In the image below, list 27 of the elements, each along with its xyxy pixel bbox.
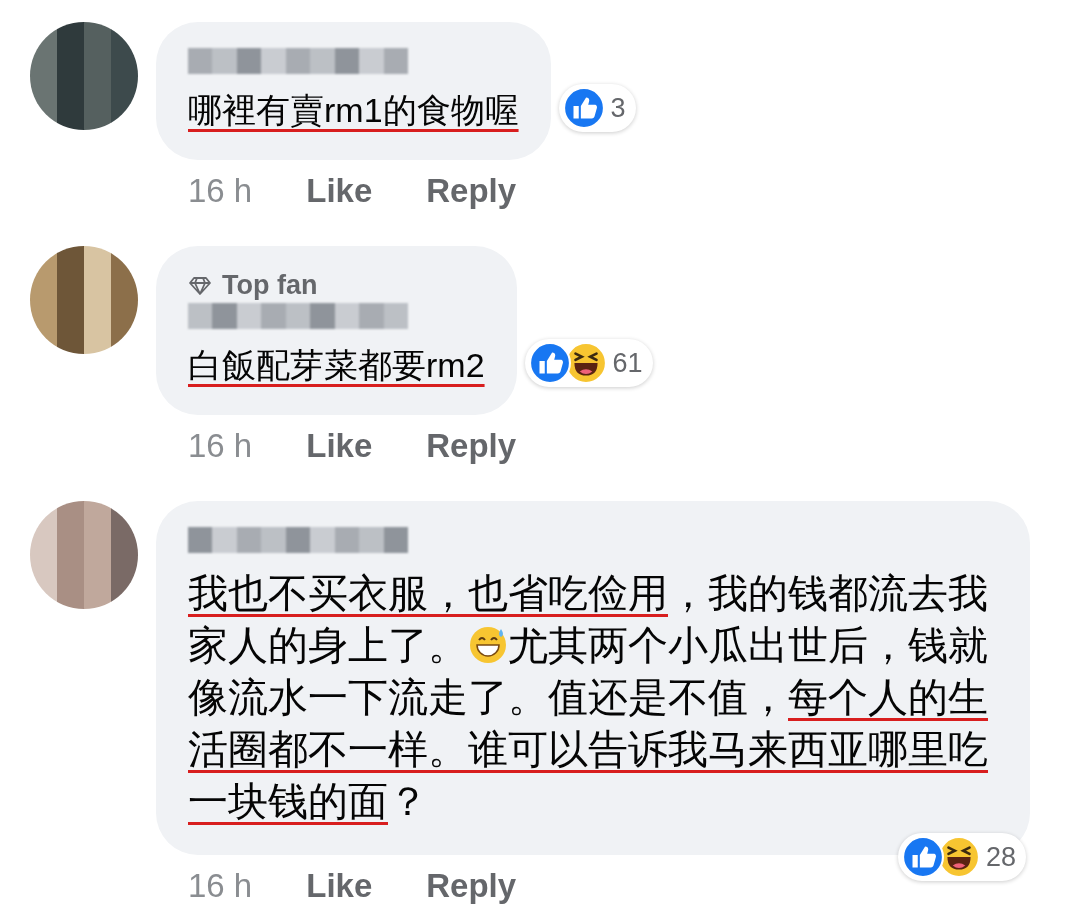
like-link[interactable]: Like	[306, 867, 373, 905]
timestamp: 16 h	[188, 867, 253, 905]
reaction-number: 3	[610, 92, 626, 124]
reaction-count[interactable]: 61	[524, 339, 653, 387]
comment-text: 白飯配芽菜都要rm2	[188, 345, 485, 386]
top-fan-label: Top fan	[222, 270, 318, 301]
timestamp: 16 h	[188, 172, 253, 210]
avatar[interactable]	[30, 22, 138, 130]
like-link[interactable]: Like	[306, 427, 373, 465]
timestamp: 16 h	[188, 427, 253, 465]
like-reaction-icon	[901, 836, 944, 878]
avatar[interactable]	[30, 246, 138, 354]
comment-text: 我也不买衣服，也省吃俭用，我的钱都流去我家人的身上了。 尤其两个小瓜出世后，钱就像流水一下流走了。值还是不值，每个人的生活圈都不一样。谁可以告诉我马来西亚哪里吃一块钱的面？	[188, 570, 989, 825]
like-reaction-icon	[562, 87, 605, 129]
reaction-count[interactable]: 28	[897, 833, 1026, 881]
diamond-icon	[188, 275, 212, 296]
like-link[interactable]: Like	[306, 172, 373, 210]
comment-text: 哪裡有賣rm1的食物喔	[188, 90, 519, 131]
reply-link[interactable]: Reply	[426, 867, 517, 905]
reply-link[interactable]: Reply	[426, 427, 517, 465]
like-reaction-icon	[528, 342, 571, 384]
reaction-number: 61	[612, 347, 643, 379]
avatar[interactable]	[30, 501, 138, 609]
reaction-number: 28	[985, 841, 1016, 873]
grinning-sweat-emoji	[468, 625, 508, 665]
reaction-count[interactable]: 3	[558, 84, 636, 132]
reply-link[interactable]: Reply	[426, 172, 517, 210]
